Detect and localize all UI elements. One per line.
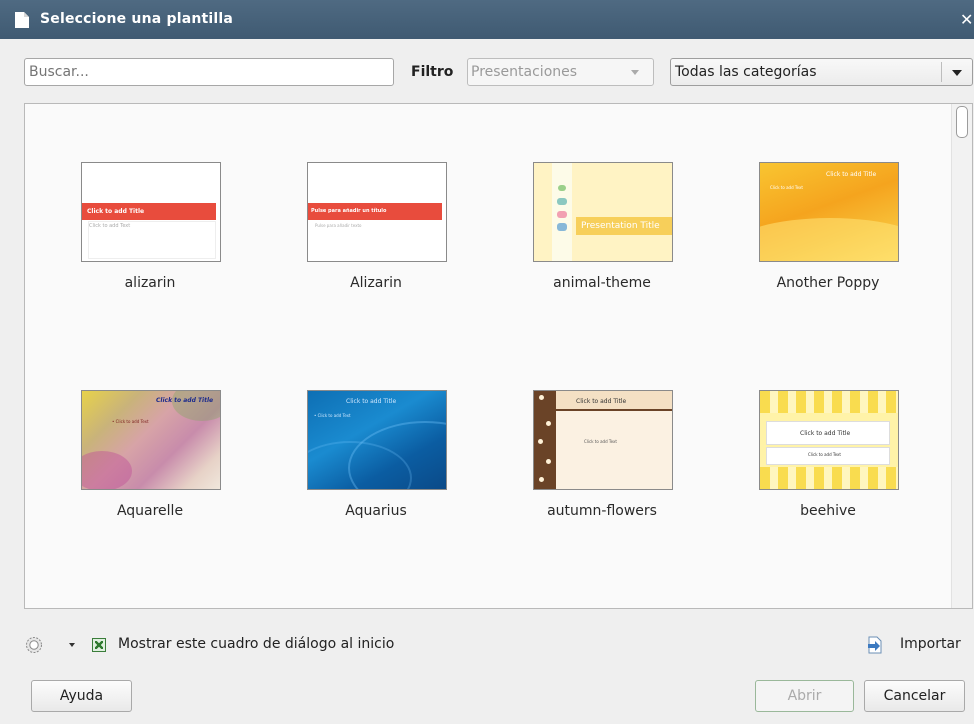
thumbnail-text: Pulse para añadir texto [315,223,362,228]
template-item-aquarius[interactable]: Click to add Title • Click to add Text A… [251,390,477,610]
template-thumbnail: Click to add Title Click to add Text [759,390,899,490]
help-button[interactable]: Ayuda [31,680,132,712]
thumbnail-text: Click to add Text [808,452,841,457]
template-item-animal-theme[interactable]: Presentation Title animal-theme [477,162,703,382]
scrollbar-thumb[interactable] [956,106,968,138]
thumbnail-title: Click to add Title [576,398,627,405]
thumbnail-text: • Click to add Text [112,419,149,424]
document-icon [15,12,29,28]
thumbnail-title: Pulse para añadir un título [311,208,387,214]
search-input[interactable] [24,58,394,86]
vertical-scrollbar[interactable] [951,104,972,608]
thumbnail-text: Click to add Text [584,439,617,444]
filter-dropdown[interactable]: Presentaciones [467,58,654,86]
template-thumbnail: Click to add Title • Click to add Text [307,390,447,490]
cancel-button[interactable]: Cancelar [864,680,965,712]
filter-dropdown-value: Presentaciones [471,64,578,80]
template-label: alizarin [124,275,176,291]
thumbnail-title: Click to add Title [87,208,145,215]
template-item-alizarin-2[interactable]: Pulse para añadir un título Pulse para a… [251,162,477,382]
title-bar: Seleccione una plantilla ✕ [0,0,974,39]
template-label: Aquarius [345,503,407,519]
filter-label: Filtro [411,64,454,80]
template-item-another-poppy[interactable]: Click to add Title Click to add Text Ano… [703,162,929,382]
template-label: autumn-flowers [547,503,657,519]
template-item-aquarelle[interactable]: Click to add Title • Click to add Text A… [25,390,251,610]
template-view: Click to add Title Click to add Text ali… [24,103,973,609]
template-thumbnail: Click to add Title Click to add Text [533,390,673,490]
show-on-start-label: Mostrar este cuadro de diálogo al inicio [118,636,395,652]
thumbnail-title: Presentation Title [581,221,660,231]
template-item-autumn-flowers[interactable]: Click to add Title Click to add Text aut… [477,390,703,610]
category-dropdown[interactable]: Todas las categorías [670,58,973,86]
template-label: animal-theme [553,275,651,291]
thumbnail-title: Click to add Title [346,398,397,405]
show-on-start-checkbox[interactable] [92,638,106,652]
close-icon[interactable]: ✕ [960,10,974,30]
template-thumbnail: Click to add Title Click to add Text [81,162,221,262]
thumbnail-title: Click to add Title [826,171,877,178]
thumbnail-title: Click to add Title [800,430,851,437]
window-title: Seleccione una plantilla [40,11,234,27]
template-thumbnail: Click to add Title Click to add Text [759,162,899,262]
import-label[interactable]: Importar [900,636,961,652]
thumbnail-text: Click to add Text [770,185,803,190]
template-label: Aquarelle [116,503,184,519]
chevron-down-icon[interactable] [69,643,75,647]
gear-icon[interactable] [25,636,43,654]
import-icon[interactable] [866,636,884,654]
template-item-alizarin[interactable]: Click to add Title Click to add Text ali… [25,162,251,382]
open-button[interactable]: Abrir [755,680,854,712]
template-thumbnail: Presentation Title [533,162,673,262]
thumbnail-text: • Click to add Text [314,413,351,418]
thumbnail-title: Click to add Title [156,397,214,404]
template-label: Alizarin [350,275,402,291]
dropdown-separator [941,62,942,82]
template-thumbnail: Click to add Title • Click to add Text [81,390,221,490]
template-label: Another Poppy [776,275,880,291]
template-label: beehive [800,503,856,519]
chevron-down-icon[interactable] [952,70,962,76]
category-dropdown-value: Todas las categorías [675,64,817,80]
template-item-beehive[interactable]: Click to add Title Click to add Text bee… [703,390,929,610]
template-thumbnail: Pulse para añadir un título Pulse para a… [307,162,447,262]
chevron-down-icon [631,70,639,75]
